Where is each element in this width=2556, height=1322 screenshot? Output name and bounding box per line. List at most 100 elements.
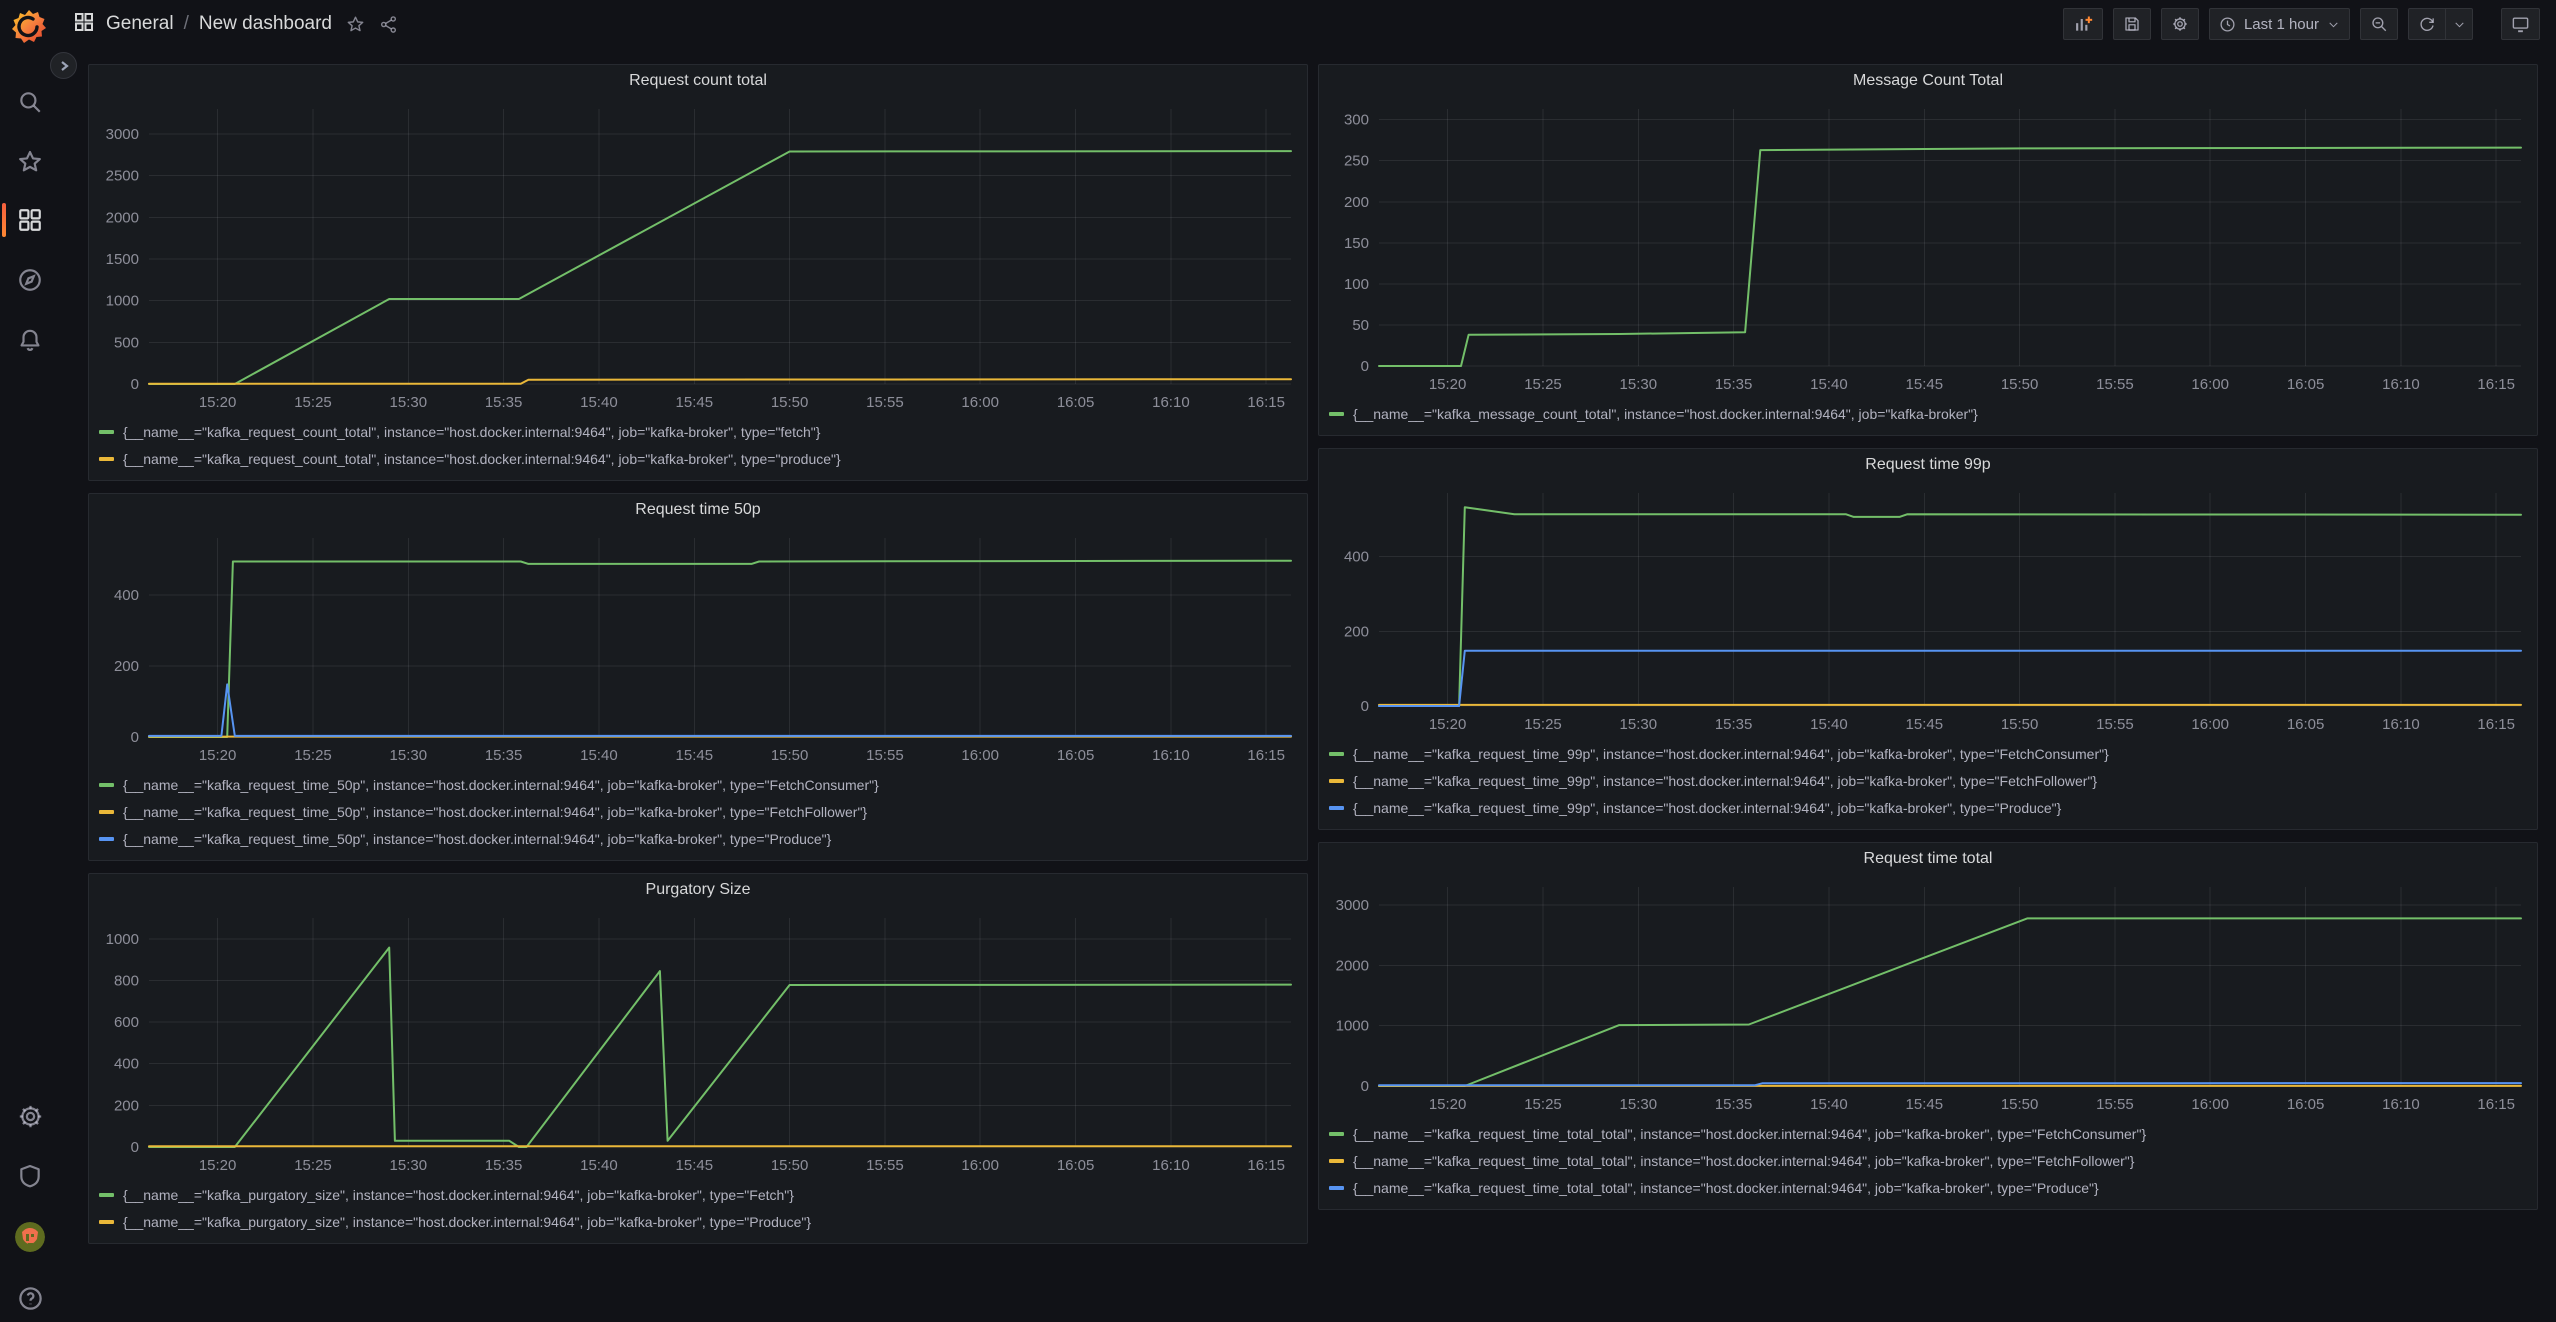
x-axis-tick-label: 15:55 — [2096, 376, 2134, 393]
legend-item[interactable]: {__name__="kafka_request_time_99p", inst… — [1329, 794, 2529, 821]
panel-title[interactable]: Request time total — [1319, 843, 2537, 875]
legend-label: {__name__="kafka_request_time_99p", inst… — [1353, 773, 2097, 789]
refresh-dashboard-button[interactable] — [2408, 8, 2445, 40]
y-axis-tick-label: 200 — [1344, 194, 1369, 211]
breadcrumb-page-title[interactable]: New dashboard — [199, 13, 332, 35]
save-dashboard-button[interactable] — [2113, 8, 2151, 40]
legend-item[interactable]: {__name__="kafka_message_count_total", i… — [1329, 400, 2529, 427]
legend-item[interactable]: {__name__="kafka_request_time_total_tota… — [1329, 1174, 2529, 1201]
legend-swatch — [1329, 779, 1344, 783]
y-axis-tick-label: 800 — [114, 973, 139, 990]
x-axis-tick-label: 15:30 — [390, 394, 428, 411]
x-axis-tick-label: 15:20 — [199, 1157, 237, 1174]
panel-title[interactable]: Purgatory Size — [89, 874, 1307, 906]
mark-favorite-star-icon[interactable] — [346, 15, 365, 34]
x-axis-tick-label: 16:05 — [2287, 376, 2325, 393]
legend-item[interactable]: {__name__="kafka_request_time_99p", inst… — [1329, 767, 2529, 794]
panel-title[interactable]: Request time 50p — [89, 494, 1307, 526]
x-axis-tick-label: 15:25 — [294, 394, 332, 411]
star-favorites-icon[interactable] — [14, 146, 46, 178]
legend-item[interactable]: {__name__="kafka_request_time_total_tota… — [1329, 1147, 2529, 1174]
legend-item[interactable]: {__name__="kafka_request_time_50p", inst… — [99, 798, 1299, 825]
legend-swatch — [99, 457, 114, 461]
breadcrumb-section[interactable]: General — [106, 13, 174, 35]
server-admin-shield-icon[interactable] — [14, 1160, 46, 1192]
legend-swatch — [1329, 412, 1344, 416]
legend-item[interactable]: {__name__="kafka_request_count_total", i… — [99, 445, 1299, 472]
legend-item[interactable]: {__name__="kafka_request_time_50p", inst… — [99, 771, 1299, 798]
panel-title[interactable]: Request count total — [89, 65, 1307, 97]
legend-item[interactable]: {__name__="kafka_request_time_99p", inst… — [1329, 740, 2529, 767]
time-series-chart[interactable]: 05001000150020002500300015:2015:2515:301… — [89, 97, 1307, 416]
panel-title[interactable]: Message Count Total — [1319, 65, 2537, 97]
explore-compass-icon[interactable] — [14, 264, 46, 296]
legend-item[interactable]: {__name__="kafka_request_count_total", i… — [99, 418, 1299, 445]
refresh-interval-dropdown[interactable] — [2445, 8, 2473, 40]
x-axis-tick-label: 16:10 — [2382, 376, 2420, 393]
legend-item[interactable]: {__name__="kafka_request_time_50p", inst… — [99, 825, 1299, 852]
legend-label: {__name__="kafka_request_time_total_tota… — [1353, 1126, 2146, 1142]
panel-title[interactable]: Request time 99p — [1319, 449, 2537, 481]
share-dashboard-icon[interactable] — [379, 15, 398, 34]
legend-label: {__name__="kafka_request_time_99p", inst… — [1353, 800, 2061, 816]
zoom-out-time-button[interactable] — [2360, 8, 2398, 40]
time-range-picker[interactable]: Last 1 hour — [2209, 8, 2350, 40]
y-axis-tick-label: 1000 — [1336, 1018, 1369, 1035]
add-panel-button[interactable] — [2063, 8, 2103, 40]
x-axis-tick-label: 15:40 — [1810, 716, 1848, 733]
x-axis-tick-label: 15:20 — [1429, 1096, 1467, 1113]
page-header: General / New dashboard Last 1 hour — [60, 0, 2556, 48]
legend-label: {__name__="kafka_request_time_total_tota… — [1353, 1153, 2134, 1169]
alerting-bell-icon[interactable] — [14, 324, 46, 356]
legend-label: {__name__="kafka_request_time_50p", inst… — [123, 804, 867, 820]
sidebar — [0, 0, 60, 1322]
x-axis-tick-label: 15:50 — [2001, 376, 2039, 393]
y-axis-tick-label: 600 — [114, 1014, 139, 1031]
time-series-chart[interactable]: 0200400600800100015:2015:2515:3015:3515:… — [89, 906, 1307, 1179]
time-series-chart[interactable]: 020040015:2015:2515:3015:3515:4015:4515:… — [89, 526, 1307, 769]
time-range-label: Last 1 hour — [2244, 16, 2319, 33]
series-line — [1379, 148, 2521, 366]
x-axis-tick-label: 15:25 — [1524, 1096, 1562, 1113]
user-avatar[interactable] — [15, 1222, 45, 1252]
legend-label: {__name__="kafka_request_count_total", i… — [123, 424, 820, 440]
legend-swatch — [1329, 1159, 1344, 1163]
sidebar-expand-button[interactable] — [50, 52, 77, 79]
x-axis-tick-label: 15:45 — [1906, 376, 1944, 393]
x-axis-tick-label: 15:40 — [580, 394, 618, 411]
search-icon[interactable] — [14, 86, 46, 118]
dashboard-settings-button[interactable] — [2161, 8, 2199, 40]
chevron-down-icon — [2453, 18, 2466, 31]
legend-item[interactable]: {__name__="kafka_purgatory_size", instan… — [99, 1181, 1299, 1208]
time-series-chart[interactable]: 05010015020025030015:2015:2515:3015:3515… — [1319, 97, 2537, 398]
time-series-chart[interactable]: 020040015:2015:2515:3015:3515:4015:4515:… — [1319, 481, 2537, 738]
y-axis-tick-label: 0 — [1361, 698, 1369, 715]
y-axis-tick-label: 250 — [1344, 153, 1369, 170]
legend-swatch — [99, 1220, 114, 1224]
y-axis-tick-label: 1000 — [106, 931, 139, 948]
x-axis-tick-label: 15:35 — [485, 394, 523, 411]
apps-grid-icon[interactable] — [74, 12, 94, 37]
breadcrumb-separator: / — [184, 13, 189, 35]
x-axis-tick-label: 16:05 — [2287, 716, 2325, 733]
x-axis-tick-label: 15:20 — [199, 747, 237, 764]
y-axis-tick-label: 1000 — [106, 293, 139, 310]
help-question-icon[interactable] — [14, 1282, 46, 1314]
legend-swatch — [99, 837, 114, 841]
legend-label: {__name__="kafka_purgatory_size", instan… — [123, 1187, 794, 1203]
x-axis-tick-label: 16:05 — [1057, 747, 1095, 764]
dashboards-grid-icon[interactable] — [14, 204, 46, 236]
legend-item[interactable]: {__name__="kafka_request_time_total_tota… — [1329, 1120, 2529, 1147]
grafana-logo-icon[interactable] — [10, 8, 48, 46]
legend-swatch — [99, 783, 114, 787]
x-axis-tick-label: 15:25 — [294, 1157, 332, 1174]
kiosk-mode-button[interactable] — [2501, 8, 2540, 40]
legend-item[interactable]: {__name__="kafka_purgatory_size", instan… — [99, 1208, 1299, 1235]
time-series-chart[interactable]: 010002000300015:2015:2515:3015:3515:4015… — [1319, 875, 2537, 1118]
configuration-gear-icon[interactable] — [14, 1100, 46, 1132]
legend-label: {__name__="kafka_request_time_total_tota… — [1353, 1180, 2099, 1196]
legend-swatch — [99, 430, 114, 434]
x-axis-tick-label: 15:45 — [676, 747, 714, 764]
y-axis-tick-label: 400 — [114, 587, 139, 604]
y-axis-tick-label: 0 — [131, 1139, 139, 1156]
